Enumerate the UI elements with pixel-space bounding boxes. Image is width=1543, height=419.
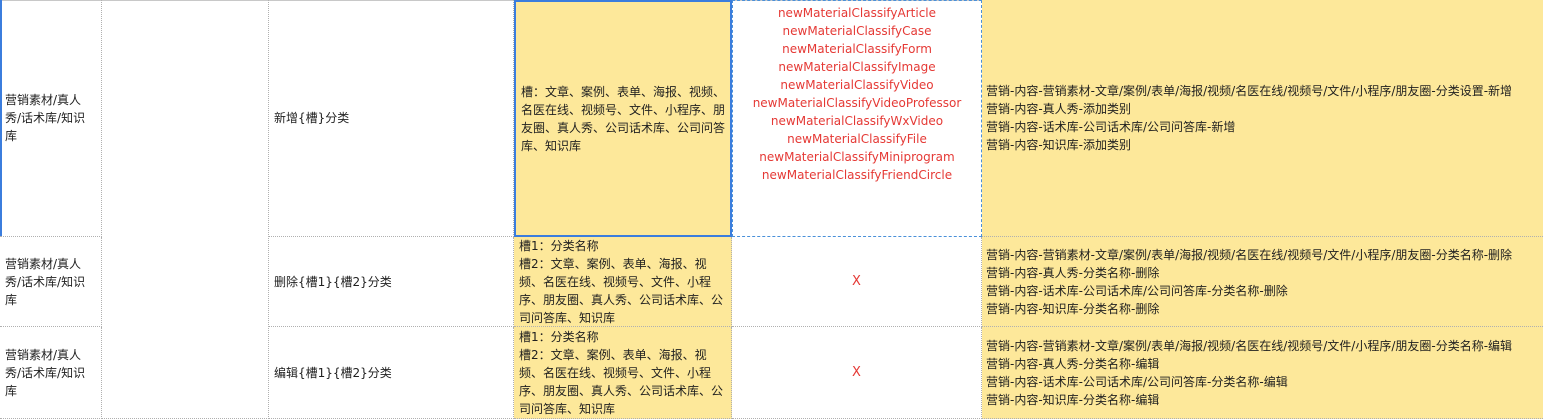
module-cell-row3[interactable]: 营销素材/真人秀/话术库/知识库 [0,327,102,419]
path-item: 营销-内容-营销素材-文章/案例/表单/海报/视频/名医在线/视频号/文件/小程… [986,247,1513,262]
path-item: 营销-内容-营销素材-文章/案例/表单/海报/视频/名医在线/视频号/文件/小程… [986,338,1513,353]
path-lines: 营销-内容-营销素材-文章/案例/表单/海报/视频/名医在线/视频号/文件/小程… [986,337,1512,409]
slot1-text: 槽1：分类名称 [519,329,599,344]
action-cell-row2[interactable]: 删除{槽1}{槽2}分类 [269,237,514,327]
path-item: 营销-内容-话术库-公司话术库/公司问答库-分类名称-删除 [986,283,1288,298]
slot-cell-row2[interactable]: 槽1：分类名称 槽2：文章、案例、表单、海报、视频、名医在线、视频号、文件、小程… [514,237,732,327]
action-cell-row3[interactable]: 编辑{槽1}{槽2}分类 [269,327,514,419]
code-item: newMaterialClassifyVideoProfessor [752,96,962,110]
module-text: 营销素材/真人秀/话术库/知识库 [5,93,86,143]
module-cell-row1[interactable]: 营销素材/真人秀/话术库/知识库 [0,0,102,237]
code-x-mark: X [852,364,861,380]
module-text: 营销素材/真人秀/话术库/知识库 [5,347,86,398]
code-item: newMaterialClassifyFriendCircle [761,168,953,182]
path-cell-row2[interactable]: 营销-内容-营销素材-文章/案例/表单/海报/视频/名医在线/视频号/文件/小程… [982,237,1543,327]
merged-empty-cell[interactable] [102,0,269,419]
path-item: 营销-内容-话术库-公司话术库/公司问答库-新增 [986,120,1236,134]
action-text: 删除{槽1}{槽2}分类 [274,274,392,289]
code-cell-row1-copy-range[interactable]: newMaterialClassifyArticle newMaterialCl… [732,0,982,237]
slot-lines: 槽1：分类名称 槽2：文章、案例、表单、海报、视频、名医在线、视频号、文件、小程… [519,237,726,326]
code-cell-row3[interactable]: X [732,327,982,419]
code-item: newMaterialClassifyArticle [777,6,937,20]
path-cell-row1[interactable]: 营销-内容-营销素材-文章/案例/表单/海报/视频/名医在线/视频号/文件/小程… [982,0,1543,237]
path-item: 营销-内容-真人秀-分类名称-删除 [986,265,1160,280]
slot2-text: 槽2：文章、案例、表单、海报、视频、名医在线、视频号、文件、小程序、朋友圈、真人… [519,256,724,325]
module-cell-row2[interactable]: 营销素材/真人秀/话术库/知识库 [0,237,102,327]
code-item: newMaterialClassifyVideo [780,78,934,92]
path-item: 营销-内容-真人秀-分类名称-编辑 [986,356,1160,371]
slot-cell-row3[interactable]: 槽1：分类名称 槽2：文章、案例、表单、海报、视频、名医在线、视频号、文件、小程… [514,327,732,419]
path-lines: 营销-内容-营销素材-文章/案例/表单/海报/视频/名医在线/视频号/文件/小程… [986,82,1512,154]
slot-text: 槽：文章、案例、表单、海报、视频、名医在线、视频号、文件、小程序、朋友圈、真人秀… [521,84,726,153]
code-item: newMaterialClassifyImage [778,60,936,74]
module-text: 营销素材/真人秀/话术库/知识库 [5,256,86,307]
path-item: 营销-内容-话术库-公司话术库/公司问答库-分类名称-编辑 [986,374,1288,389]
slot2-text: 槽2：文章、案例、表单、海报、视频、名医在线、视频号、文件、小程序、朋友圈、真人… [519,347,724,416]
row-selection-indicator [0,0,2,236]
code-item: newMaterialClassifyForm [782,42,932,56]
code-item: newMaterialClassifyMiniprogram [759,150,955,164]
path-item: 营销-内容-知识库-分类名称-删除 [986,301,1160,316]
action-cell-row1[interactable]: 新增{槽}分类 [269,0,514,237]
path-item: 营销-内容-真人秀-添加类别 [986,102,1131,116]
path-lines: 营销-内容-营销素材-文章/案例/表单/海报/视频/名医在线/视频号/文件/小程… [986,246,1512,318]
code-item: newMaterialClassifyWxVideo [770,114,944,128]
slot-cell-row1-selected[interactable]: 槽：文章、案例、表单、海报、视频、名医在线、视频号、文件、小程序、朋友圈、真人秀… [514,0,732,237]
slot1-text: 槽1：分类名称 [519,238,599,253]
action-text: 编辑{槽1}{槽2}分类 [274,365,392,380]
slot-lines: 槽1：分类名称 槽2：文章、案例、表单、海报、视频、名医在线、视频号、文件、小程… [519,328,726,418]
code-list: newMaterialClassifyArticle newMaterialCl… [733,4,981,184]
code-x-mark: X [852,273,861,289]
spreadsheet-grid: 营销素材/真人秀/话术库/知识库 营销素材/真人秀/话术库/知识库 营销素材/真… [0,0,1543,419]
path-item: 营销-内容-知识库-分类名称-编辑 [986,392,1160,407]
path-item: 营销-内容-营销素材-文章/案例/表单/海报/视频/名医在线/视频号/文件/小程… [986,84,1513,98]
path-item: 营销-内容-知识库-添加类别 [986,138,1131,152]
action-text: 新增{槽}分类 [274,111,350,125]
code-item: newMaterialClassifyCase [782,24,932,38]
path-cell-row3[interactable]: 营销-内容-营销素材-文章/案例/表单/海报/视频/名医在线/视频号/文件/小程… [982,327,1543,419]
code-item: newMaterialClassifyFile [787,132,927,146]
code-cell-row2[interactable]: X [732,237,982,327]
